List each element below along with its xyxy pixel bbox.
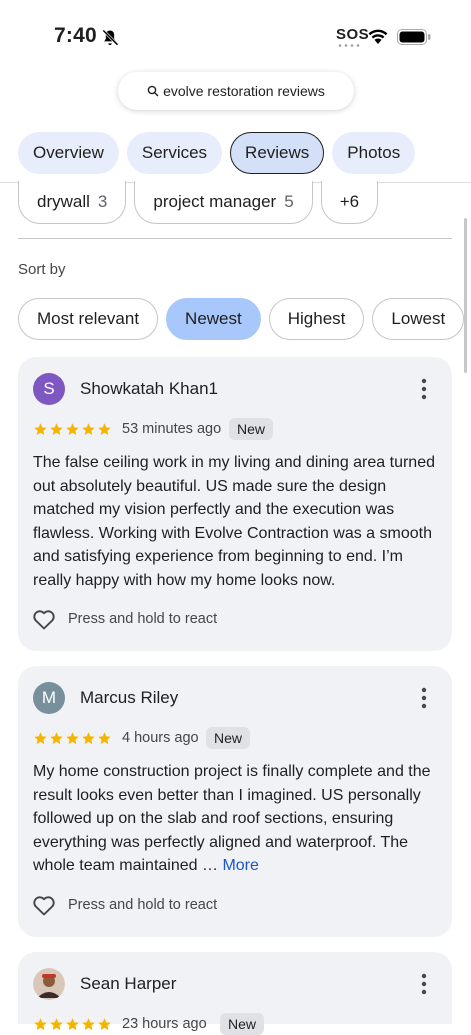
search-query: evolve restoration reviews xyxy=(163,83,325,99)
star-icon xyxy=(66,732,79,745)
star-icon xyxy=(34,1018,47,1031)
sort-most-relevant[interactable]: Most relevant xyxy=(18,298,159,340)
star-icon xyxy=(82,423,95,436)
star-rating xyxy=(33,731,112,746)
react-hint: Press and hold to react xyxy=(68,897,218,913)
reviewer-name[interactable]: Sean Harper xyxy=(80,974,176,994)
heart-icon[interactable] xyxy=(32,608,56,630)
react-hint: Press and hold to react xyxy=(68,611,218,627)
sort-lowest[interactable]: Lowest xyxy=(372,298,465,340)
wifi-icon xyxy=(368,29,388,44)
place-tabs: Overview Services Reviews Photos xyxy=(18,132,416,174)
review-time: 23 hours ago xyxy=(122,1016,207,1032)
star-icon xyxy=(50,423,63,436)
star-icon xyxy=(98,732,111,745)
review-time: 53 minutes ago xyxy=(122,421,222,437)
star-icon xyxy=(82,732,95,745)
star-icon xyxy=(66,423,79,436)
status-time: 7:40 xyxy=(54,24,97,47)
tab-reviews[interactable]: Reviews xyxy=(230,132,325,174)
review-text: My home construction project is finally … xyxy=(33,760,438,878)
star-icon xyxy=(34,732,47,745)
topic-chip-more[interactable]: +6 xyxy=(320,181,379,224)
new-badge: New xyxy=(229,418,274,440)
sort-options: Most relevant Newest Highest Lowest xyxy=(18,298,465,340)
star-icon xyxy=(34,423,47,436)
star-icon xyxy=(50,732,63,745)
sort-highest[interactable]: Highest xyxy=(268,298,365,340)
avatar[interactable]: S xyxy=(33,373,65,405)
star-rating xyxy=(33,422,112,437)
review-card: S Showkatah Khan1 53 minutes ago New The… xyxy=(18,357,452,651)
heart-icon[interactable] xyxy=(32,894,56,916)
topic-label: project manager xyxy=(153,192,277,211)
topic-chip-drywall[interactable]: drywall 3 xyxy=(18,181,127,224)
sos-indicator: SOS xyxy=(336,26,370,43)
review-time: 4 hours ago xyxy=(122,730,199,746)
star-icon xyxy=(98,423,111,436)
search-icon xyxy=(147,85,159,97)
avatar[interactable]: M xyxy=(33,682,65,714)
topic-label: +6 xyxy=(339,192,360,211)
review-card: Sean Harper 23 hours ago New xyxy=(18,952,452,1035)
review-text: The false ceiling work in my living and … xyxy=(33,454,435,589)
more-vert-icon[interactable] xyxy=(418,687,430,709)
sort-by-label: Sort by xyxy=(18,261,66,278)
more-vert-icon[interactable] xyxy=(418,973,430,995)
search-bar[interactable]: evolve restoration reviews xyxy=(118,72,354,110)
scrollbar[interactable] xyxy=(464,218,467,373)
star-icon xyxy=(66,1018,79,1031)
review-topics: drywall 3 project manager 5 +6 xyxy=(18,181,379,224)
review-card: M Marcus Riley 4 hours ago New My home c… xyxy=(18,666,452,937)
tab-photos[interactable]: Photos xyxy=(332,132,416,174)
new-badge: New xyxy=(220,1013,265,1035)
tab-services[interactable]: Services xyxy=(126,132,223,174)
new-badge: New xyxy=(206,727,251,749)
star-icon xyxy=(82,1018,95,1031)
star-rating xyxy=(33,1017,112,1032)
star-icon xyxy=(98,1018,111,1031)
topic-count: 3 xyxy=(97,192,108,211)
signal-dots-icon xyxy=(338,44,360,47)
tab-overview[interactable]: Overview xyxy=(18,132,119,174)
reviewer-name[interactable]: Showkatah Khan1 xyxy=(80,379,218,399)
reviewer-name[interactable]: Marcus Riley xyxy=(80,688,178,708)
read-more-link[interactable]: More xyxy=(222,857,258,874)
topic-label: drywall xyxy=(37,192,90,211)
sort-newest[interactable]: Newest xyxy=(166,298,261,340)
more-vert-icon[interactable] xyxy=(418,378,430,400)
topic-chip-project-manager[interactable]: project manager 5 xyxy=(134,181,313,224)
star-icon xyxy=(50,1018,63,1031)
section-divider xyxy=(18,238,452,239)
battery-icon xyxy=(397,29,431,45)
avatar[interactable] xyxy=(33,968,65,1000)
topic-count: 5 xyxy=(284,192,294,211)
bell-slash-icon xyxy=(102,29,119,46)
